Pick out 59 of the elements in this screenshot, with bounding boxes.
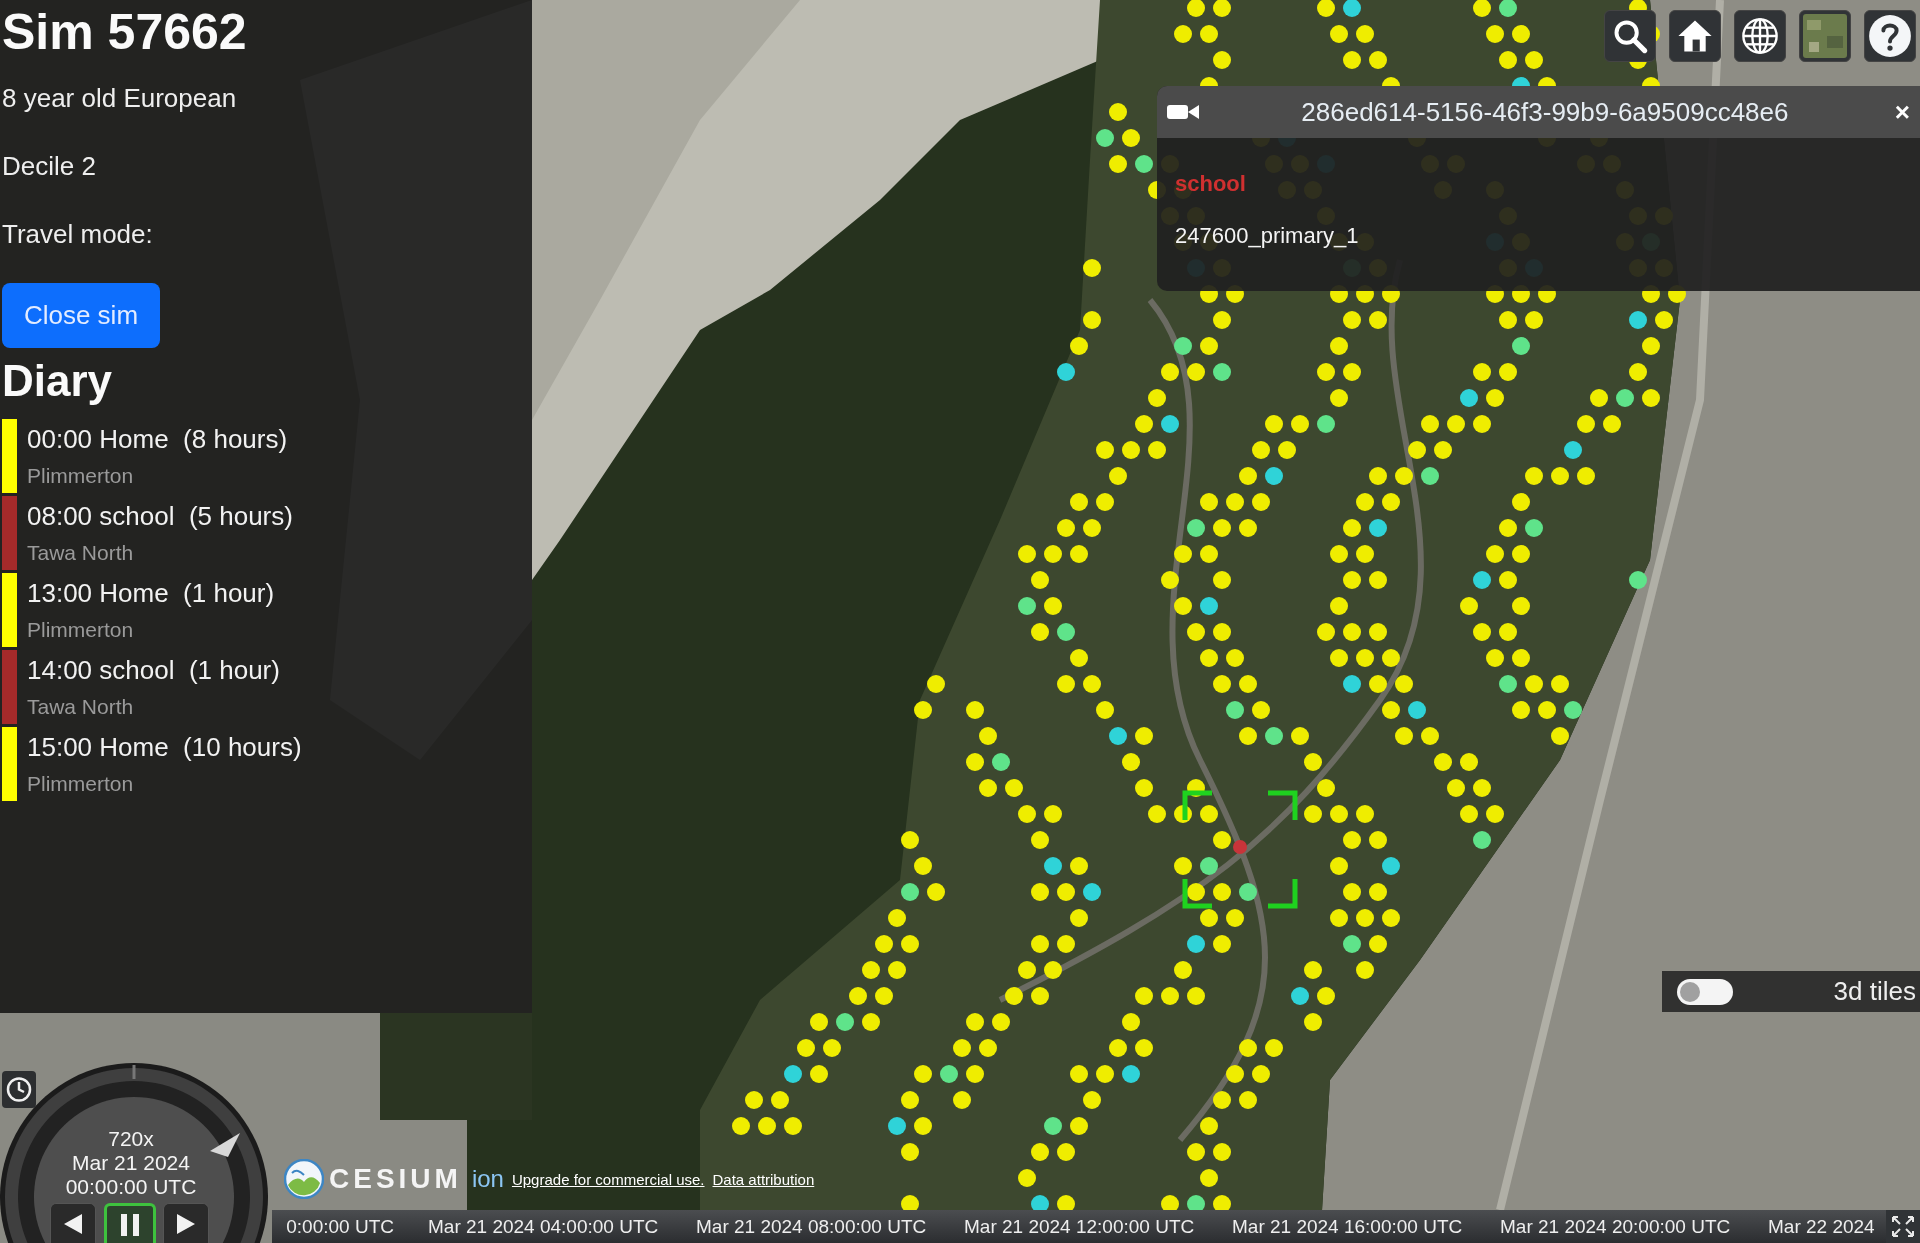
diary-entry-title: 13:00 Home (1 hour) xyxy=(27,577,275,610)
diary-entry-title: 08:00 school (5 hours) xyxy=(27,500,293,533)
play-icon xyxy=(177,1213,195,1234)
diary-entry-place: Tawa North xyxy=(27,694,134,720)
diary-entry-place: Plimmerton xyxy=(27,617,134,643)
diary-entry-title: 00:00 Home (8 hours) xyxy=(27,423,288,456)
aerial-thumbnail-icon xyxy=(1803,14,1847,58)
sim-description: 8 year old European xyxy=(2,82,237,115)
info-box-title: 286ed614-5156-46f3-99b9-6a9509cc48e6 xyxy=(1300,96,1790,128)
timeline-label: Mar 21 2024 16:00:00 UTC xyxy=(1232,1215,1463,1239)
fullscreen-icon[interactable] xyxy=(1886,1210,1920,1243)
logo-suffix: ion xyxy=(471,1165,504,1193)
sim-title: Sim 57662 xyxy=(2,3,247,62)
timeline-label: 0:00:00 UTC xyxy=(286,1215,394,1239)
speed-readout: 720x xyxy=(108,1127,154,1151)
close-sim-button[interactable]: Close sim xyxy=(2,283,160,348)
decile-label: Decile 2 xyxy=(2,150,96,183)
play-button[interactable] xyxy=(163,1203,209,1243)
camera-icon[interactable] xyxy=(1167,102,1199,122)
timeline-label: Mar 21 2024 12:00:00 UTC xyxy=(964,1215,1195,1239)
globe-icon xyxy=(1741,17,1779,55)
pause-button[interactable] xyxy=(104,1203,156,1243)
travel-mode-label: Travel mode: xyxy=(2,218,153,251)
timeline-label: Mar 22 2024 xyxy=(1768,1215,1875,1239)
reverse-button[interactable] xyxy=(50,1203,96,1243)
credit-link[interactable]: Data attribution xyxy=(712,1170,815,1188)
logo-icon xyxy=(284,1159,324,1199)
diary-heading: Diary xyxy=(2,355,113,407)
tiles-label: 3d tiles xyxy=(1833,976,1916,1007)
diary-entry-title: 15:00 Home (10 hours) xyxy=(27,731,302,764)
timeline-bar[interactable]: 0:00:00 UTC Mar 21 2024 04:00:00 UTC Mar 21 2024 08:00:00 UTC Mar 21 2024 12:00:00 UTC Mar 21 2024 16:00:00 UTC Mar 21 2024 20:00:00 UTC Mar 22 2024 xyxy=(272,1210,1920,1243)
tiles-toggle[interactable] xyxy=(1677,978,1733,1005)
globe-button[interactable] xyxy=(1734,10,1786,62)
help-icon xyxy=(1868,14,1912,58)
diary-entry-title: 14:00 school (1 hour) xyxy=(27,654,280,687)
shuttle-pointer-icon[interactable] xyxy=(210,1133,240,1157)
search-button[interactable] xyxy=(1604,10,1656,62)
diary-entry-place: Plimmerton xyxy=(27,463,134,489)
help-button[interactable] xyxy=(1864,10,1916,62)
logo-wordmark: CESIUM xyxy=(329,1163,462,1195)
info-category: school xyxy=(1175,170,1246,198)
info-name: 247600_primary_1 xyxy=(1175,222,1359,250)
time-readout: 00:00:00 UTC xyxy=(65,1175,197,1199)
clock-icon[interactable] xyxy=(2,1071,36,1108)
selection-bracket-icon xyxy=(1182,790,1298,909)
date-readout: Mar 21 2024 xyxy=(72,1151,190,1175)
pause-icon xyxy=(121,1213,139,1236)
reverse-icon xyxy=(64,1213,82,1234)
diary-entry-place: Tawa North xyxy=(27,540,134,566)
imagery-button[interactable] xyxy=(1799,10,1851,62)
credit-link[interactable]: Upgrade for commercial use. xyxy=(511,1170,705,1188)
timeline-label: Mar 21 2024 04:00:00 UTC xyxy=(428,1215,659,1239)
timeline-label: Mar 21 2024 20:00:00 UTC xyxy=(1500,1215,1731,1239)
diary-entry-place: Plimmerton xyxy=(27,771,134,797)
home-button[interactable] xyxy=(1669,10,1721,62)
search-icon xyxy=(1612,18,1648,54)
timeline-label: Mar 21 2024 08:00:00 UTC xyxy=(696,1215,927,1239)
close-button[interactable]: × xyxy=(1890,97,1914,127)
point-marker-icon xyxy=(1233,840,1247,854)
